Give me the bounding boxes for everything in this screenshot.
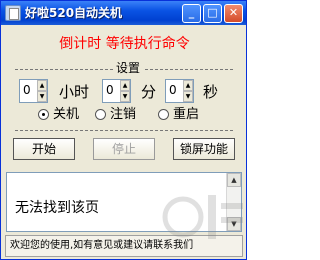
radio-shutdown-label[interactable]: 关机 [53, 107, 79, 123]
radio-restart-label[interactable]: 重启 [173, 107, 199, 123]
settings-group-title: 设置 [113, 61, 144, 75]
minutes-value[interactable]: 0 [106, 83, 114, 97]
message-panel[interactable]: 无法找到该页 ▲ ▼ [6, 172, 242, 232]
radio-logoff-label[interactable]: 注销 [110, 107, 136, 123]
radio-shutdown-circle[interactable] [38, 109, 49, 120]
seconds-value[interactable]: 0 [169, 83, 177, 97]
hours-down-icon[interactable]: ▼ [37, 91, 47, 102]
status-bar: 欢迎您的使用,如有意见或建议请联系我们 [5, 235, 243, 257]
radio-shutdown[interactable]: 关机 [38, 107, 88, 125]
window-title: 好啦520自动关机 [25, 6, 123, 20]
title-bar[interactable]: 好啦520自动关机 _ □ ✕ [1, 1, 246, 25]
seconds-down-icon[interactable]: ▼ [183, 91, 193, 102]
maximize-button[interactable]: □ [203, 4, 222, 23]
radio-restart-circle[interactable] [158, 109, 169, 120]
hours-spinner[interactable]: 0 ▲ ▼ [19, 79, 48, 103]
minutes-spinner[interactable]: 0 ▲ ▼ [102, 79, 131, 103]
seconds-spinner[interactable]: 0 ▲ ▼ [165, 79, 194, 103]
message-text: 无法找到该页 [15, 200, 99, 216]
scroll-up-arrow-icon[interactable]: ▲ [227, 173, 241, 187]
vertical-scrollbar[interactable]: ▲ ▼ [226, 173, 241, 231]
close-button[interactable]: ✕ [224, 4, 243, 23]
hours-unit-label: 小时 [59, 83, 90, 101]
hours-up-icon[interactable]: ▲ [37, 80, 47, 91]
minutes-down-icon[interactable]: ▼ [120, 91, 130, 102]
radio-logoff[interactable]: 注销 [95, 107, 151, 125]
status-text: 欢迎您的使用,如有意见或建议请联系我们 [10, 240, 194, 251]
minutes-up-icon[interactable]: ▲ [120, 80, 130, 91]
seconds-up-icon[interactable]: ▲ [183, 80, 193, 91]
scroll-down-arrow-icon[interactable]: ▼ [227, 217, 241, 231]
stop-button[interactable]: 停止 [93, 138, 155, 160]
lock-screen-button[interactable]: 锁屏功能 [173, 138, 235, 160]
start-button[interactable]: 开始 [13, 138, 75, 160]
app-window-icon[interactable] [5, 5, 21, 21]
minutes-unit-label: 分 [141, 83, 157, 101]
minimize-button[interactable]: _ [182, 4, 201, 23]
main-window: 好啦520自动关机 _ □ ✕ 倒计时 等待执行命令 设置 0 ▲ ▼ 小时 0… [0, 0, 247, 260]
hours-value[interactable]: 0 [23, 83, 31, 97]
radio-restart[interactable]: 重启 [158, 107, 214, 125]
countdown-status-label: 倒计时 等待执行命令 [59, 36, 190, 52]
seconds-unit-label: 秒 [203, 83, 219, 101]
radio-logoff-circle[interactable] [95, 109, 106, 120]
